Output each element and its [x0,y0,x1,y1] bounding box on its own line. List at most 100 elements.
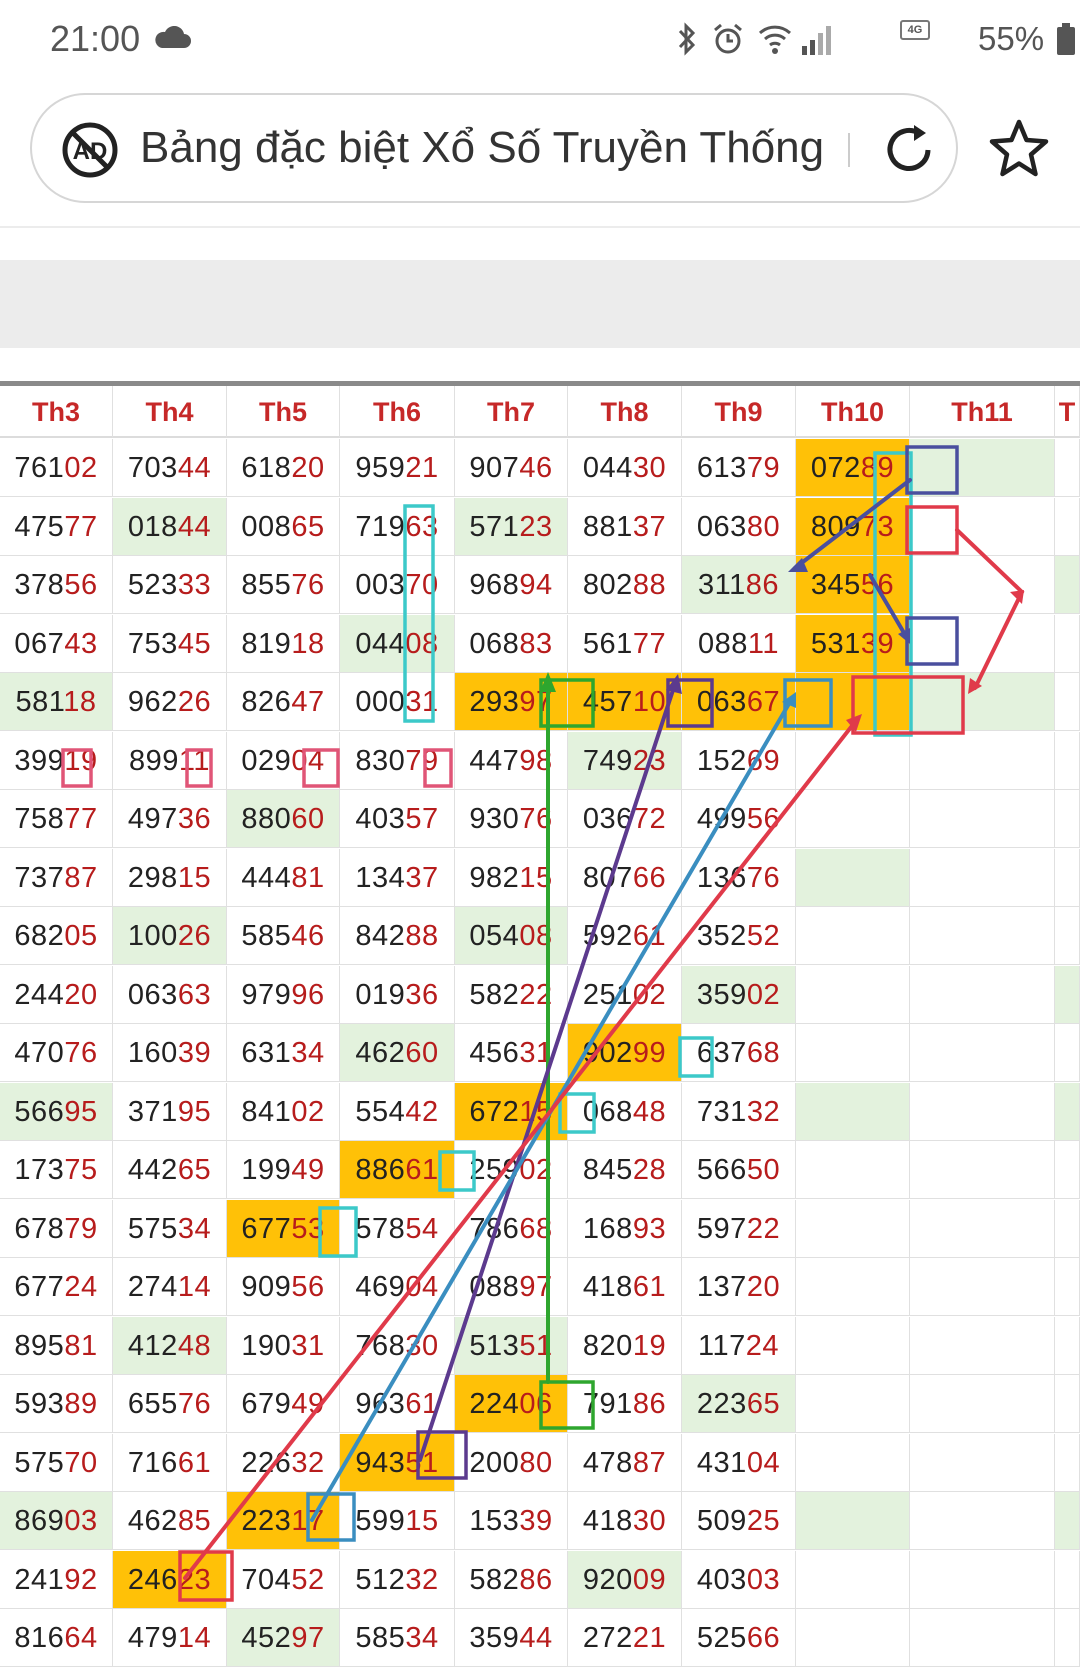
result-head-digits: 497 [127,803,178,835]
result-cell: 41248 [113,1316,227,1375]
result-cell: 84528 [568,1141,682,1199]
result-tail-digits: 39 [519,1505,553,1537]
result-tail-digits: 32 [746,1095,781,1128]
table-row: 67879 57534 67753 57854 78668 16893 59722 [0,1199,1080,1258]
result-tail-digits: 56 [64,569,98,601]
result-cell [910,1375,1055,1433]
result-tail-digits: 61 [405,1388,439,1420]
result-head-digits: 088 [469,1271,520,1303]
result-cell [1055,439,1080,497]
result-cell [796,673,910,731]
result-tail-digits: 70 [405,569,439,601]
result-head-digits: 731 [696,1095,747,1128]
result-cell: 93076 [455,790,568,848]
column-header-th11: Th11 [910,386,1055,438]
result-tail-digits: 76 [291,569,325,601]
result-head-digits: 682 [14,920,65,952]
result-head-digits: 899 [129,744,179,777]
result-cell: 11724 [682,1316,796,1375]
result-cell: 88060 [227,790,340,848]
result-cell: 00865 [227,497,340,556]
result-tail-digits: 68 [746,1037,781,1069]
result-cell: 05408 [455,907,568,965]
result-tail-digits: 76 [519,803,553,835]
table-row: 17375 44265 19949 88661 25902 84528 56650 [0,1141,1080,1199]
result-tail-digits: 21 [405,452,439,484]
result-cell: 67879 [0,1199,113,1258]
result-cell [910,790,1055,848]
result-cell: 04408 [340,614,455,673]
result-cell [1055,790,1080,848]
result-cell: 46285 [113,1492,227,1550]
result-cell: 84288 [340,907,455,965]
result-tail-digits: 14 [177,1271,212,1303]
result-cell [910,1082,1055,1141]
result-cell: 67753 [227,1199,340,1258]
result-cell: 51351 [455,1316,568,1375]
result-tail-digits: 52 [746,920,781,952]
result-head-digits: 067 [14,627,65,660]
result-tail-digits: 56 [746,803,781,835]
result-tail-digits: 86 [745,569,779,601]
result-tail-digits: 15 [519,1095,553,1128]
table-row: 56695 37195 84102 55442 67215 06848 73132 [0,1082,1080,1141]
result-cell [1055,673,1080,731]
result-cell: 86903 [0,1492,113,1550]
result-head-digits: 063 [696,510,747,543]
result-tail-digits: 39 [860,627,895,660]
result-cell: 98215 [455,848,568,907]
result-cell: 31186 [682,556,796,614]
result-tail-digits: 88 [632,569,667,601]
result-cell: 13676 [682,848,796,907]
result-cell: 06848 [568,1082,682,1141]
result-cell: 94351 [340,1433,455,1492]
result-cell: 92009 [568,1550,682,1609]
result-tail-digits: 76 [746,861,781,894]
result-cell: 58546 [227,907,340,965]
result-cell [910,1258,1055,1316]
result-cell: 47076 [0,1024,113,1082]
bookmark-star-icon[interactable] [988,118,1050,180]
result-head-digits: 444 [241,861,292,894]
result-head-digits: 886 [355,1154,406,1186]
page-title[interactable]: Bảng đặc biệt Xổ Số Truyền Thống [140,123,860,173]
result-tail-digits: 02 [746,978,781,1011]
reload-icon[interactable] [880,121,938,179]
result-cell: 74923 [568,731,682,790]
result-cell: 61820 [227,439,340,497]
result-head-digits: 044 [582,452,633,484]
result-head-digits: 578 [355,1212,406,1245]
result-tail-digits: 37 [405,861,439,894]
result-cell: 71963 [340,497,455,556]
result-tail-digits: 66 [632,861,667,894]
address-bar[interactable]: AD Bảng đặc biệt Xổ Số Truyền Thống [30,93,958,203]
result-cell: 06743 [0,614,113,673]
ad-block-icon[interactable]: AD [62,122,118,178]
result-cell: 08897 [455,1258,568,1316]
status-icons: 4G 55% [660,16,1080,64]
result-cell: 51232 [340,1550,455,1609]
result-cell [1055,731,1080,790]
result-tail-digits: 24 [745,1329,779,1362]
result-tail-digits: 04 [746,1446,781,1479]
result-head-digits: 593 [14,1388,65,1420]
result-cell [1055,1550,1080,1609]
result-cell: 56650 [682,1141,796,1199]
result-head-digits: 585 [355,1622,406,1654]
result-head-digits: 512 [355,1563,406,1596]
result-head-digits: 470 [14,1037,65,1069]
result-cell: 75345 [113,614,227,673]
result-head-digits: 447 [469,744,520,777]
result-tail-digits: 19 [64,744,98,777]
result-tail-digits: 34 [177,1212,212,1245]
result-tail-digits: 03 [746,1563,781,1596]
result-tail-digits: 44 [519,1622,553,1654]
result-cell: 52566 [682,1609,796,1667]
result-cell [1055,1375,1080,1433]
result-head-digits: 672 [469,1095,520,1128]
result-head-digits: 044 [355,627,406,660]
result-head-digits: 855 [241,569,292,601]
table-row: 37856 52333 85576 00370 96894 80288 31186 34556 [0,556,1080,614]
result-head-digits: 881 [582,510,633,543]
result-tail-digits: 02 [519,1154,553,1186]
